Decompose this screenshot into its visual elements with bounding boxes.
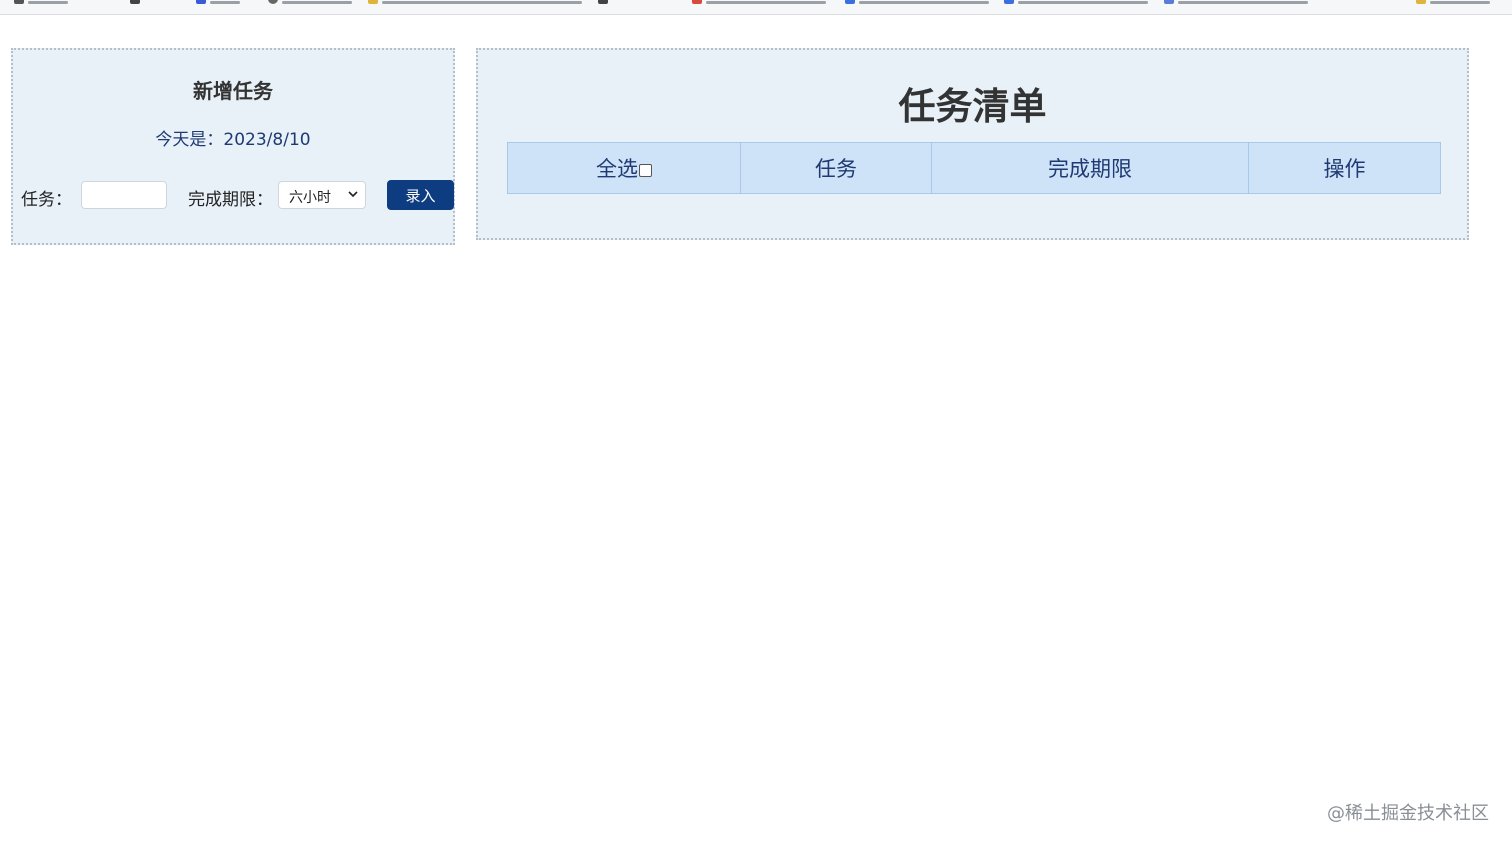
folder-icon [1416, 0, 1426, 4]
bookmark-item[interactable] [130, 0, 140, 5]
bookmark-item[interactable] [268, 0, 352, 5]
task-label: 任务： [21, 190, 72, 210]
select-all-checkbox[interactable] [639, 163, 652, 177]
site-icon [196, 0, 206, 4]
table-header-row: 全选 任务 完成期限 操作 [507, 142, 1441, 194]
column-header-deadline: 完成期限 [931, 142, 1249, 194]
select-all-label: 全选 [596, 157, 638, 181]
watermark: @稀土掘金技术社区 [1327, 803, 1489, 824]
column-header-actions: 操作 [1248, 142, 1441, 194]
deadline-selected-value: 六小时 [289, 190, 331, 206]
task-list-panel: 任务清单 全选 任务 完成期限 操作 [476, 48, 1469, 240]
task-table: 全选 任务 完成期限 操作 [507, 142, 1441, 194]
submit-button[interactable]: 录入 [387, 180, 454, 210]
bookmark-item[interactable] [196, 0, 240, 5]
column-header-task: 任务 [740, 142, 932, 194]
today-date: 今天是：2023/8/10 [155, 130, 311, 150]
search-icon [14, 0, 24, 4]
add-task-title: 新增任务 [193, 79, 273, 103]
bookmark-item[interactable] [1164, 0, 1308, 5]
add-task-panel: 新增任务 今天是：2023/8/10 任务： 完成期限： 六小时 录入 [11, 48, 455, 245]
folder-icon [368, 0, 378, 4]
bookmarks-bar [0, 0, 1512, 15]
add-task-form: 任务： 完成期限： 六小时 录入 [20, 180, 454, 212]
bookmark-item[interactable] [368, 0, 582, 5]
site-icon [692, 0, 702, 4]
bookmark-item[interactable] [598, 0, 608, 5]
bookmark-item[interactable] [1416, 0, 1490, 5]
bookmark-item[interactable] [692, 0, 826, 5]
page-icon [130, 0, 140, 4]
site-icon [845, 0, 855, 4]
column-header-select-all: 全选 [507, 142, 741, 194]
bookmark-item[interactable] [14, 0, 68, 5]
globe-icon [268, 0, 278, 4]
chevron-down-icon [348, 191, 358, 198]
site-icon [1164, 0, 1174, 4]
deadline-select[interactable]: 六小时 [278, 181, 366, 209]
task-input[interactable] [81, 181, 167, 209]
task-list-title: 任务清单 [898, 85, 1047, 128]
page-icon [598, 0, 608, 4]
bookmark-item[interactable] [1004, 0, 1148, 5]
deadline-label: 完成期限： [188, 190, 273, 210]
bookmark-item[interactable] [845, 0, 989, 5]
site-icon [1004, 0, 1014, 4]
